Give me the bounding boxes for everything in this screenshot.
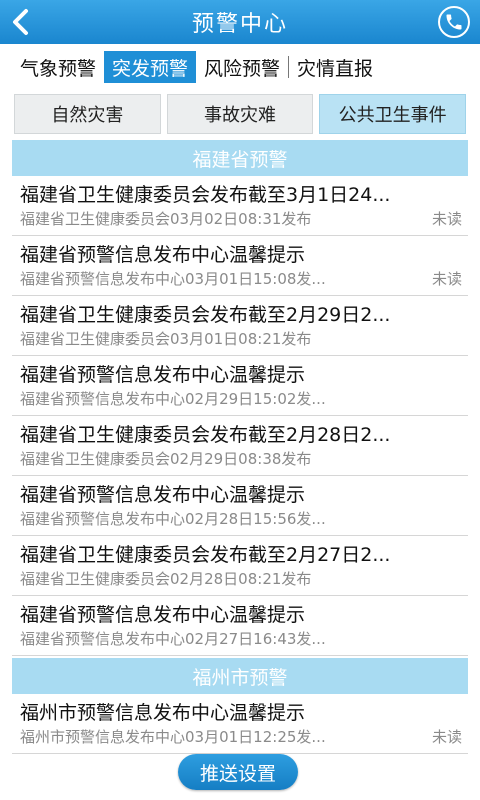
unread-badge: 未读 (431, 210, 462, 228)
item-meta: 福建省卫生健康委员会02月28日08:21发布 (20, 570, 312, 588)
list-item[interactable]: 福建省卫生健康委员会发布截至2月28日2... 福建省卫生健康委员会02月29日… (12, 416, 468, 476)
list-item[interactable]: 福建省预警信息发布中心温馨提示 福建省预警信息发布中心02月28日15:56发.… (12, 476, 468, 536)
item-meta: 福建省预警信息发布中心02月29日15:02发... (20, 390, 326, 408)
tab-emergency-warning[interactable]: 突发预警 (104, 51, 197, 83)
item-meta: 福建省预警信息发布中心02月28日15:56发... (20, 510, 326, 528)
item-title: 福建省卫生健康委员会发布截至2月28日2... (20, 424, 391, 446)
item-meta: 福建省卫生健康委员会02月29日08:38发布 (20, 450, 312, 468)
item-meta: 福建省预警信息发布中心02月27日16:43发... (20, 630, 326, 648)
tab-weather-warning[interactable]: 气象预警 (12, 51, 104, 83)
tab-risk-warning[interactable]: 风险预警 (196, 51, 288, 83)
item-title: 福建省卫生健康委员会发布截至3月1日24... (20, 184, 391, 206)
phone-icon[interactable] (438, 6, 470, 38)
item-title: 福建省预警信息发布中心温馨提示 (20, 484, 306, 506)
item-meta: 福建省卫生健康委员会03月02日08:31发布 (20, 210, 312, 228)
subcategory-tabs: 自然灾害 事故灾难 公共卫生事件 (0, 90, 480, 138)
category-tabs: 气象预警 突发预警 风险预警 灾情直报 (0, 44, 480, 90)
push-settings-button[interactable]: 推送设置 (178, 754, 298, 790)
back-chevron-icon[interactable] (6, 6, 38, 38)
list-item[interactable]: 福建省预警信息发布中心温馨提示 福建省预警信息发布中心03月01日15:08发.… (12, 236, 468, 296)
unread-badge: 未读 (431, 728, 462, 746)
title-bar: 预警中心 (0, 0, 480, 44)
subtab-accident-disaster[interactable]: 事故灾难 (166, 94, 314, 134)
section-header-fuzhou: 福州市预警 (12, 658, 468, 694)
item-title: 福州市预警信息发布中心温馨提示 (20, 702, 306, 724)
item-title: 福建省预警信息发布中心温馨提示 (20, 364, 306, 386)
item-title: 福建省卫生健康委员会发布截至2月29日2... (20, 304, 391, 326)
list-item[interactable]: 福建省预警信息发布中心温馨提示 福建省预警信息发布中心02月27日16:43发.… (12, 596, 468, 656)
item-title: 福建省预警信息发布中心温馨提示 (20, 244, 306, 266)
list-item[interactable]: 福建省卫生健康委员会发布截至3月1日24... 福建省卫生健康委员会03月02日… (12, 176, 468, 236)
item-title: 福建省卫生健康委员会发布截至2月27日2... (20, 544, 391, 566)
list-item[interactable]: 福州市预警信息发布中心温馨提示 福州市预警信息发布中心03月01日12:25发.… (12, 694, 468, 754)
tab-disaster-report[interactable]: 灾情直报 (289, 51, 381, 83)
subtab-natural-disaster[interactable]: 自然灾害 (14, 94, 161, 134)
page-title: 预警中心 (191, 12, 288, 37)
subtab-public-health[interactable]: 公共卫生事件 (319, 94, 467, 134)
list-item[interactable]: 福建省预警信息发布中心温馨提示 福建省预警信息发布中心02月29日15:02发.… (12, 356, 468, 416)
item-title: 福建省预警信息发布中心温馨提示 (20, 604, 306, 626)
warning-list: 福建省预警 福建省卫生健康委员会发布截至3月1日24... 福建省卫生健康委员会… (0, 138, 480, 754)
item-meta: 福建省卫生健康委员会03月01日08:21发布 (20, 330, 312, 348)
item-meta: 福建省预警信息发布中心03月01日15:08发... (20, 270, 326, 288)
item-meta: 福州市预警信息发布中心03月01日12:25发... (20, 728, 326, 746)
list-item[interactable]: 福建省卫生健康委员会发布截至2月27日2... 福建省卫生健康委员会02月28日… (12, 536, 468, 596)
unread-badge: 未读 (431, 270, 462, 288)
list-item[interactable]: 福建省卫生健康委员会发布截至2月29日2... 福建省卫生健康委员会03月01日… (12, 296, 468, 356)
section-header-fujian: 福建省预警 (12, 140, 468, 176)
